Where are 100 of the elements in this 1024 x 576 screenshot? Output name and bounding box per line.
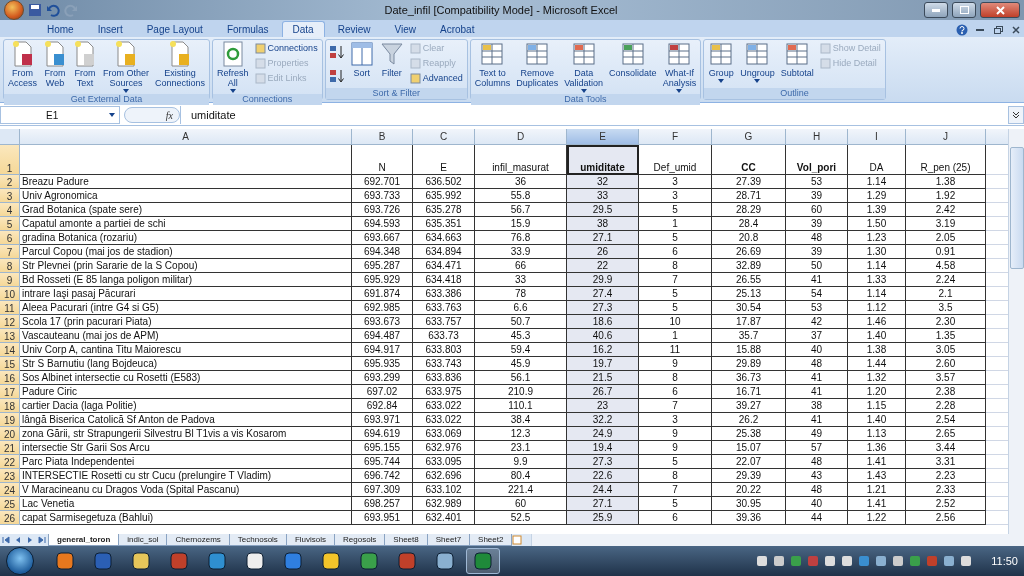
ribbon-button[interactable]: Refresh All — [215, 41, 251, 93]
row-header[interactable]: 7 — [0, 245, 20, 259]
row-header[interactable]: 14 — [0, 343, 20, 357]
tray-icon[interactable] — [773, 555, 786, 567]
ribbon-tab[interactable]: Review — [326, 21, 382, 37]
ribbon-button[interactable]: Subtotal — [778, 41, 816, 87]
save-icon[interactable] — [28, 3, 42, 17]
ribbon-tab[interactable]: Home — [36, 21, 85, 37]
ribbon-tab[interactable]: Insert — [86, 21, 134, 37]
column-header[interactable]: E — [567, 129, 639, 145]
close-button[interactable] — [980, 2, 1020, 18]
ribbon-tab[interactable]: View — [383, 21, 427, 37]
column-header[interactable]: F — [639, 129, 712, 145]
row-header[interactable]: 22 — [0, 455, 20, 469]
ribbon-button[interactable]: Sort — [347, 41, 376, 87]
ribbon-tab[interactable]: Formulas — [215, 21, 280, 37]
ribbon-button[interactable]: What-If Analysis — [660, 41, 699, 93]
ribbon-button[interactable]: From Access — [6, 41, 39, 93]
sheet-tab[interactable]: Sheet8 — [384, 534, 428, 546]
row-header[interactable]: 24 — [0, 483, 20, 497]
row-header[interactable]: 26 — [0, 511, 20, 525]
tray-icon[interactable] — [943, 555, 956, 567]
taskbar-app-button[interactable] — [466, 548, 500, 574]
ribbon-button[interactable]: Data Validation — [562, 41, 606, 93]
sheet-tab[interactable]: Fluvisols — [285, 534, 335, 546]
row-header[interactable]: 20 — [0, 427, 20, 441]
sheet-tab[interactable]: general_toron — [48, 534, 120, 546]
column-header[interactable]: B — [352, 129, 413, 145]
row-header[interactable]: 19 — [0, 413, 20, 427]
row-header[interactable]: 21 — [0, 441, 20, 455]
tray-icon[interactable] — [875, 555, 888, 567]
row-header[interactable]: 25 — [0, 497, 20, 511]
help-button[interactable] — [954, 23, 970, 37]
row-header[interactable]: 16 — [0, 371, 20, 385]
ribbon-button[interactable]: From Text — [71, 41, 99, 93]
column-header[interactable]: H — [786, 129, 848, 145]
start-button[interactable] — [6, 547, 34, 575]
maximize-button[interactable] — [952, 2, 976, 18]
sheet-tab[interactable]: Technosols — [228, 534, 287, 546]
tray-icon[interactable] — [841, 555, 854, 567]
insert-function-button[interactable]: fx — [124, 107, 180, 123]
office-button[interactable] — [4, 0, 24, 20]
tray-icon[interactable] — [824, 555, 837, 567]
row-header[interactable]: 8 — [0, 259, 20, 273]
ribbon-button[interactable]: Consolidate — [607, 41, 659, 93]
row-header[interactable]: 3 — [0, 189, 20, 203]
column-header[interactable]: D — [475, 129, 567, 145]
first-sheet-icon[interactable] — [0, 534, 12, 546]
ribbon-button[interactable]: Group — [706, 41, 737, 87]
column-header[interactable]: J — [906, 129, 986, 145]
tray-icon[interactable] — [756, 555, 769, 567]
row-header[interactable]: 13 — [0, 329, 20, 343]
ribbon-button[interactable]: Ungroup — [738, 41, 777, 87]
row-header[interactable]: 5 — [0, 217, 20, 231]
name-box[interactable]: E1 — [0, 106, 120, 124]
row-header[interactable]: 1 — [0, 145, 20, 175]
tray-icon[interactable] — [790, 555, 803, 567]
tray-icon[interactable] — [960, 555, 973, 567]
column-header[interactable]: C — [413, 129, 475, 145]
horizontal-scrollbar[interactable] — [531, 534, 1024, 546]
header-cell: DA — [848, 145, 906, 175]
ribbon-tab[interactable]: Acrobat — [429, 21, 486, 37]
table-cell: 5 — [639, 203, 712, 217]
row-header[interactable]: 2 — [0, 175, 20, 189]
expand-button[interactable] — [1008, 106, 1024, 124]
row-header[interactable]: 15 — [0, 357, 20, 371]
new-sheet-icon[interactable] — [511, 534, 524, 546]
minimize-button[interactable] — [924, 2, 948, 18]
row-header[interactable]: 4 — [0, 203, 20, 217]
row-header[interactable]: 12 — [0, 315, 20, 329]
scroll-thumb[interactable] — [1009, 147, 1024, 269]
column-header[interactable]: I — [848, 129, 906, 145]
column-header[interactable]: G — [712, 129, 786, 145]
ribbon-button[interactable]: Existing Connections — [153, 41, 208, 93]
sheet-tab[interactable]: indic_sol — [118, 534, 168, 546]
row-header[interactable]: 18 — [0, 399, 20, 413]
column-header[interactable]: A — [20, 129, 352, 145]
ribbon-button[interactable]: Text to Columns — [472, 41, 513, 93]
sheet-tab[interactable]: Sheet2 — [469, 534, 513, 546]
sheet-tab[interactable]: Regosols — [334, 534, 386, 546]
sheet-tab[interactable]: Sheet7 — [426, 534, 471, 546]
ribbon-tab[interactable]: Data — [281, 21, 325, 37]
ribbon-button[interactable]: Advanced — [407, 71, 465, 85]
tray-icon[interactable] — [892, 555, 905, 567]
ribbon-button[interactable]: Filter — [377, 41, 406, 87]
row-header[interactable]: 23 — [0, 469, 20, 483]
row-header[interactable]: 9 — [0, 273, 20, 287]
last-sheet-icon[interactable] — [36, 534, 48, 546]
row-header[interactable]: 17 — [0, 385, 20, 399]
vertical-scrollbar[interactable] — [1008, 129, 1024, 534]
row-header[interactable]: 6 — [0, 231, 20, 245]
ribbon-button[interactable]: From Other Sources — [101, 41, 152, 93]
ribbon-button[interactable]: Connections — [252, 41, 320, 55]
ribbon-button[interactable]: From Web — [41, 41, 69, 93]
sheet-tab[interactable]: Chernozems — [166, 534, 230, 546]
ribbon-button[interactable]: Remove Duplicates — [514, 41, 561, 93]
tray-icon[interactable] — [909, 555, 922, 567]
row-header[interactable]: 11 — [0, 301, 20, 315]
row-header[interactable]: 10 — [0, 287, 20, 301]
ribbon-tab[interactable]: Page Layout — [135, 21, 214, 37]
